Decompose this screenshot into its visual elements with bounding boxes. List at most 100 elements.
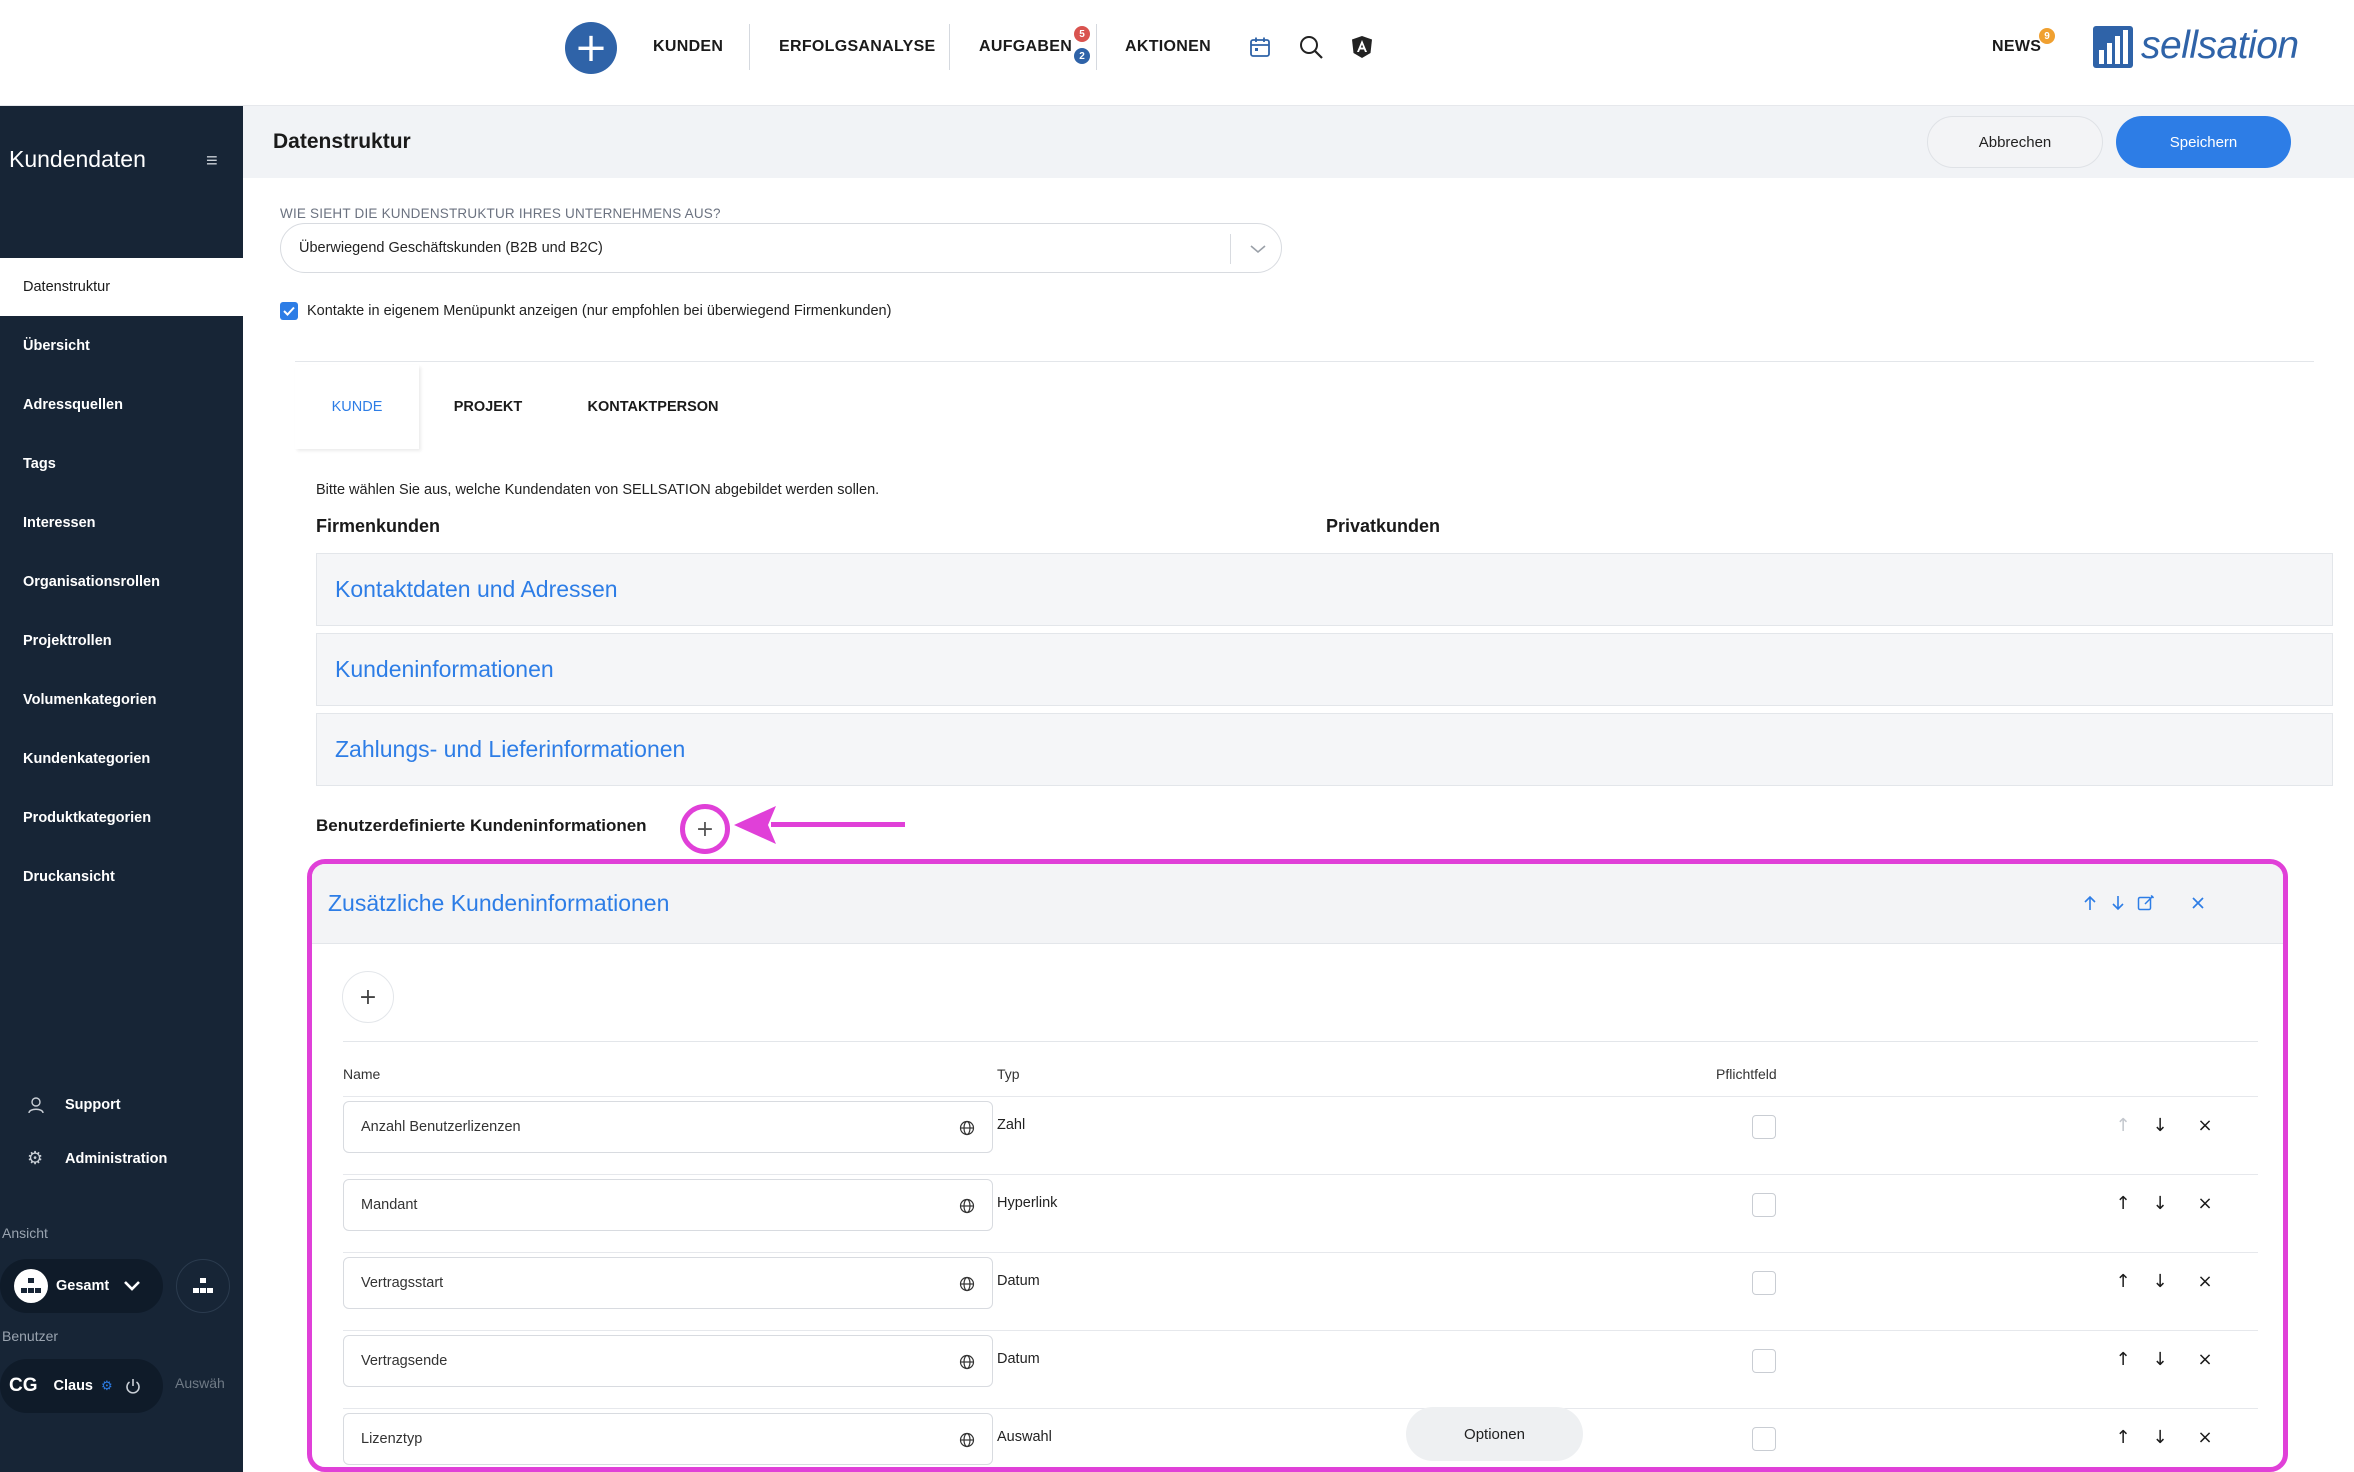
column-header-required: Pflichtfeld (1716, 1066, 1777, 1082)
delete-icon[interactable]: × (2193, 1269, 2217, 1293)
move-down-icon[interactable]: ↓ (2148, 1113, 2172, 1137)
table-row: Anzahl Benutzerlizenzen Zahl ↑ ↓ × (343, 1096, 2258, 1174)
table-row: Lizenztyp Auswahl Optionen ↑ ↓ × (343, 1407, 2258, 1467)
section-customer-info[interactable]: Kundeninformationen (316, 633, 2333, 706)
brand-wordmark: sellsation (2141, 24, 2299, 67)
globe-icon[interactable] (956, 1273, 978, 1295)
close-icon[interactable] (2187, 892, 2209, 914)
tab-kontaktperson[interactable]: KONTAKTPERSON (573, 365, 733, 449)
globe-icon[interactable] (956, 1195, 978, 1217)
sidebar-item-uebersicht[interactable]: Übersicht (0, 317, 243, 375)
user-settings-icon[interactable]: ⚙ (101, 1379, 113, 1394)
arrow-down-icon[interactable] (2107, 892, 2129, 914)
sidebar-item-datenstruktur[interactable]: Datenstruktur (0, 258, 243, 316)
section-title: Kundeninformationen (335, 656, 554, 682)
nav-news[interactable]: NEWS (1992, 38, 2041, 56)
column-header-type: Typ (997, 1066, 1020, 1082)
main-content: Datenstruktur Abbrechen Speichern WIE SI… (243, 106, 2354, 1472)
delete-icon[interactable]: × (2193, 1191, 2217, 1215)
hamburger-menu-icon[interactable]: ≡ (206, 150, 218, 173)
sidebar-item-produktkategorien[interactable]: Produktkategorien (0, 789, 243, 847)
cancel-button[interactable]: Abbrechen (1927, 116, 2103, 168)
gear-icon: ⚙ (27, 1148, 44, 1169)
custom-info-label: Benutzerdefinierte Kundeninformationen (316, 816, 647, 835)
table-divider (343, 1041, 2258, 1042)
move-up-icon[interactable]: ↑ (2111, 1425, 2135, 1449)
tab-kunde[interactable]: KUNDE (295, 365, 419, 449)
move-down-icon[interactable]: ↓ (2148, 1425, 2172, 1449)
sidebar-item-kundenkategorien[interactable]: Kundenkategorien (0, 730, 243, 788)
org-chart-button[interactable] (176, 1259, 230, 1313)
sidebar-item-volumenkategorien[interactable]: Volumenkategorien (0, 671, 243, 729)
support-link[interactable]: Support (27, 1096, 121, 1114)
org-chart-icon (193, 1278, 213, 1294)
sidebar-item-organisationsrollen[interactable]: Organisationsrollen (0, 553, 243, 611)
required-checkbox[interactable] (1752, 1271, 1776, 1295)
customer-structure-select[interactable]: Überwiegend Geschäftskunden (B2B und B2C… (280, 223, 1282, 273)
move-up-icon[interactable]: ↑ (2111, 1269, 2135, 1293)
field-name-input[interactable]: Vertragsende (343, 1335, 993, 1387)
move-down-icon[interactable]: ↓ (2148, 1191, 2172, 1215)
field-name-value: Lizenztyp (361, 1431, 423, 1447)
ansicht-select[interactable]: Gesamt (0, 1259, 163, 1313)
sidebar: Kundendaten ≡ Datenstruktur Übersicht Ad… (0, 106, 243, 1472)
options-button[interactable]: Optionen (1406, 1407, 1583, 1461)
sidebar-item-adressquellen[interactable]: Adressquellen (0, 376, 243, 434)
delete-icon[interactable]: × (2193, 1425, 2217, 1449)
sidebar-item-tags[interactable]: Tags (0, 435, 243, 493)
custom-info-panel: Zusätzliche Kundeninformationen + Name T… (307, 859, 2288, 1472)
field-type: Zahl (997, 1117, 1026, 1133)
move-down-icon[interactable]: ↓ (2148, 1269, 2172, 1293)
nav-erfolgsanalyse[interactable]: ERFOLGSANALYSE (779, 38, 936, 56)
user-select[interactable]: CG Claus ⚙ (0, 1359, 163, 1413)
top-navigation: + KUNDEN ERFOLGSANALYSE AUFGABEN 5 2 AKT… (0, 0, 2354, 106)
search-icon[interactable] (1296, 32, 1326, 62)
section-contact-data[interactable]: Kontaktdaten und Adressen (316, 553, 2333, 626)
field-name-input[interactable]: Lizenztyp (343, 1413, 993, 1465)
add-field-button[interactable]: + (342, 971, 394, 1023)
globe-icon[interactable] (956, 1117, 978, 1139)
tabs-divider (295, 361, 2314, 362)
chevron-down-icon (123, 1280, 141, 1292)
move-down-icon[interactable]: ↓ (2148, 1347, 2172, 1371)
sidebar-item-druckansicht[interactable]: Druckansicht (0, 848, 243, 906)
calendar-icon[interactable] (1245, 32, 1275, 62)
field-name-input[interactable]: Vertragsstart (343, 1257, 993, 1309)
tab-projekt[interactable]: PROJEKT (428, 365, 548, 449)
administration-link[interactable]: ⚙ Administration (27, 1148, 167, 1169)
nav-aktionen[interactable]: AKTIONEN (1125, 38, 1211, 56)
create-new-button[interactable]: + (565, 22, 617, 74)
nav-kunden[interactable]: KUNDEN (653, 38, 723, 56)
add-custom-section-button[interactable]: + (680, 804, 730, 854)
nav-aufgaben[interactable]: AUFGABEN (979, 38, 1072, 56)
news-badge: 9 (2039, 28, 2055, 44)
power-icon[interactable] (125, 1378, 141, 1394)
delete-icon[interactable]: × (2193, 1113, 2217, 1137)
move-up-icon[interactable]: ↑ (2111, 1113, 2135, 1137)
edit-icon[interactable] (2135, 892, 2157, 914)
intro-text: Bitte wählen Sie aus, welche Kundendaten… (316, 482, 880, 498)
globe-icon[interactable] (956, 1351, 978, 1373)
required-checkbox[interactable] (1752, 1193, 1776, 1217)
field-type: Auswahl (997, 1429, 1052, 1445)
sidebar-item-projektrollen[interactable]: Projektrollen (0, 612, 243, 670)
angular-shield-icon[interactable] (1347, 32, 1377, 62)
support-icon (27, 1096, 47, 1114)
move-up-icon[interactable]: ↑ (2111, 1347, 2135, 1371)
section-payment-delivery[interactable]: Zahlungs- und Lieferinformationen (316, 713, 2333, 786)
annotation-arrow-head (730, 804, 780, 851)
move-up-icon[interactable]: ↑ (2111, 1191, 2135, 1215)
administration-label: Administration (65, 1150, 168, 1167)
required-checkbox[interactable] (1752, 1115, 1776, 1139)
globe-icon[interactable] (956, 1429, 978, 1451)
delete-icon[interactable]: × (2193, 1347, 2217, 1371)
arrow-up-icon[interactable] (2079, 892, 2101, 914)
field-name-input[interactable]: Anzahl Benutzerlizenzen (343, 1101, 993, 1153)
save-button[interactable]: Speichern (2116, 116, 2291, 168)
required-checkbox[interactable] (1752, 1349, 1776, 1373)
field-name-input[interactable]: Mandant (343, 1179, 993, 1231)
user-switch-placeholder[interactable]: Auswäh (175, 1375, 225, 1391)
sidebar-item-interessen[interactable]: Interessen (0, 494, 243, 552)
required-checkbox[interactable] (1752, 1427, 1776, 1451)
contacts-menu-checkbox[interactable] (280, 302, 298, 320)
